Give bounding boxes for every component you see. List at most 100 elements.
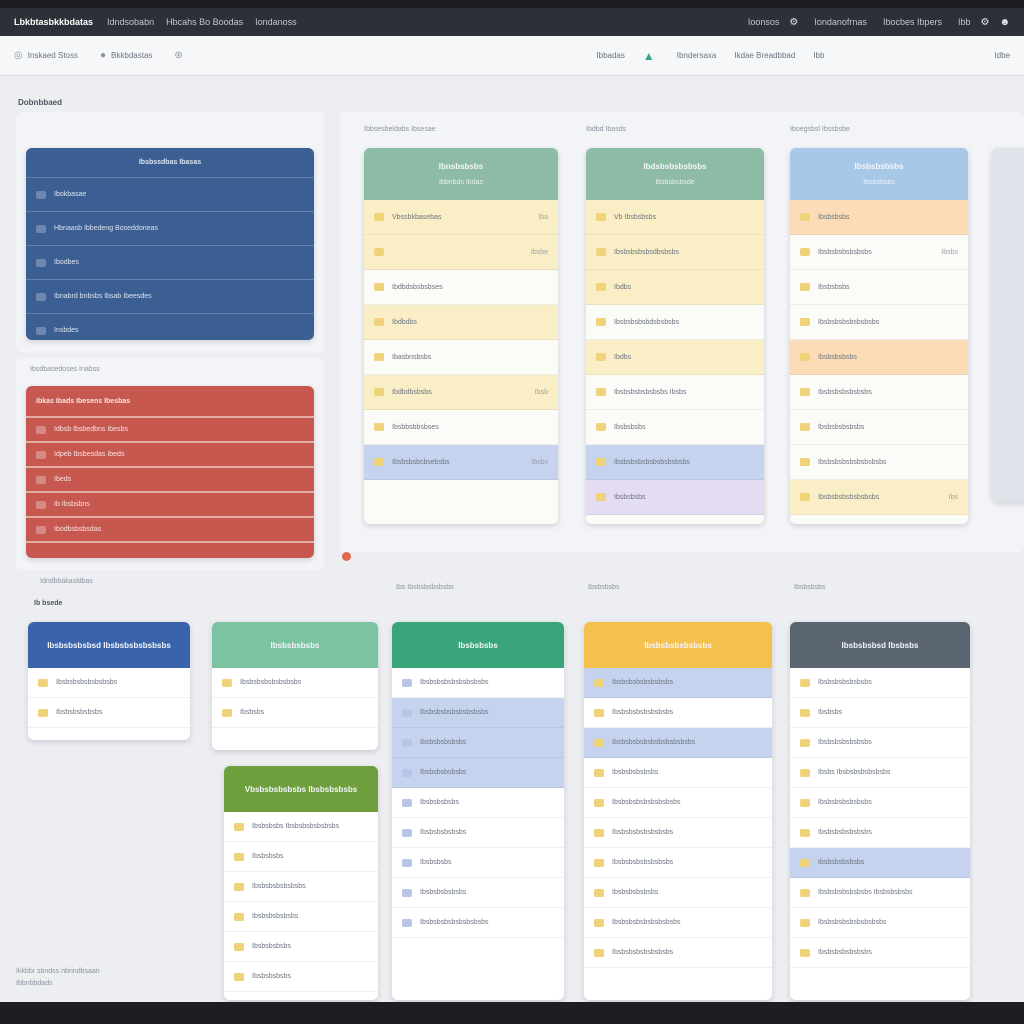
- lower-card-row[interactable]: Ibsbsbsbsbsbsbsbs: [584, 818, 772, 848]
- lower-card-row[interactable]: Ibsbsbsbsbsbs: [392, 878, 564, 908]
- lower-card-row[interactable]: Ibsbsbsbsbsbsbsbs: [584, 938, 772, 968]
- column-card[interactable]: Ibnsbsbsbs Ibbnbds Ibdas Vbssbkbasebas Iba I…: [364, 148, 558, 524]
- red-panel-row[interactable]: Ib Ibsbsbns: [26, 493, 314, 518]
- lower-card-row[interactable]: Ibsbsbsbsbsbsbs: [790, 788, 970, 818]
- lower-card-row[interactable]: Ibsbsbsbsbsbsbs Ibsbsbsbsbs: [790, 878, 970, 908]
- lower-card-row[interactable]: Ibsbsbsbsbsbsbsbs: [28, 668, 190, 698]
- column-row[interactable]: Ibsbsbsbsbsbsbs Ibsbs: [790, 235, 968, 270]
- column-card[interactable]: Ibsbsbsbsbs Ibsbsbsbs Ibsbsbsbs Ibsbsbsbsbs…: [790, 148, 968, 524]
- lower-card-row[interactable]: Ibsbsbsbsbsbsbs: [790, 938, 970, 968]
- blue-panel-row[interactable]: Ibokbasae: [26, 178, 314, 212]
- nav-item-1[interactable]: Idndsobabn: [107, 17, 154, 27]
- lower-card-row[interactable]: Ibsbsbsbsbsbsbs: [790, 728, 970, 758]
- lower-card-row[interactable]: Ibsbsbsbsbs: [224, 932, 378, 962]
- topbar-right-4[interactable]: Ibb: [958, 17, 971, 27]
- column-row[interactable]: Ibdbdbs: [364, 305, 558, 340]
- settings-icon[interactable]: ⚙: [789, 17, 798, 28]
- blue-panel-row[interactable]: Ibnabrd bnbsbs Ibsab Ibeesdes: [26, 280, 314, 314]
- column-row[interactable]: Vb Ibsbsbsbs: [586, 200, 764, 235]
- column-row[interactable]: Vbssbkbasebas Iba: [364, 200, 558, 235]
- red-panel[interactable]: Ibkas Ibads Ibesens Ibesbas Idbsb Ibsbed…: [26, 386, 314, 558]
- lower-card-row[interactable]: Ibsbsbsbsbsbsbs: [790, 668, 970, 698]
- lower-card-row[interactable]: Ibsbsbs: [790, 698, 970, 728]
- column-row[interactable]: Ibsbsbsbsbdsbsbsbs: [586, 305, 764, 340]
- toolbar-item-2[interactable]: ● Bkkbdastas: [100, 50, 152, 61]
- lower-card-row[interactable]: Ibsbsbsbs: [224, 842, 378, 872]
- lower-card[interactable]: Ibsbsbsbsbs Ibsbsbsbsbsbsbsbs Ibsbsbs: [212, 622, 378, 750]
- lower-card-row[interactable]: Ibsbsbsbsbsbsbsbsbs: [392, 698, 564, 728]
- column-row[interactable]: Ibasbnsbsbs: [364, 340, 558, 375]
- lower-card-row[interactable]: Ibsbsbsbs: [392, 848, 564, 878]
- topbar-right-2[interactable]: Iondanofrnas: [814, 17, 867, 27]
- column-row[interactable]: Ibsbsbsbsbsdbsbsbs: [586, 235, 764, 270]
- lower-card-row[interactable]: Ibsbsbsbsbs: [224, 962, 378, 992]
- lower-card-row[interactable]: Ibsbsbsbsbsbsbsbsbs: [584, 908, 772, 938]
- lower-card[interactable]: Ibsbsbsbsbsbsbs Ibsbsbsbsbsbsbsbs Ibsbsbsb…: [584, 622, 772, 1000]
- lower-card-row[interactable]: Ibsbsbsbsbsbs: [392, 758, 564, 788]
- column-row[interactable]: Ibdbdbsbsbs Ibsb: [364, 375, 558, 410]
- lower-card-row[interactable]: Ibsbsbsbsbs: [392, 788, 564, 818]
- lower-card-row[interactable]: Ibsbsbsbsbsbsbsbs: [584, 668, 772, 698]
- column-row[interactable]: Ibsbe: [364, 235, 558, 270]
- blue-panel-row[interactable]: Hbnaasb Ibbedeng Boseddoneas: [26, 212, 314, 246]
- lower-card[interactable]: Ibsbsbsbs Ibsbsbsbsbsbsbsbsbs Ibsbsbsbsbsb…: [392, 622, 564, 1000]
- column-card[interactable]: Ibdsbsbsbsbsbs Ibsbsbsbsde Vb Ibsbsbsbs Ibs…: [586, 148, 764, 524]
- tree-icon[interactable]: ▲: [643, 49, 655, 63]
- lower-card[interactable]: Vbsbsbsbsbsbs Ibsbsbsbsbs Ibsbsbsbs Ibsbs…: [224, 766, 378, 1000]
- lower-card-row[interactable]: Ibsbsbsbsbsbsbsbsbs: [790, 908, 970, 938]
- lower-card-row[interactable]: Ibsbsbsbsbsbsbs: [224, 872, 378, 902]
- red-panel-row[interactable]: Idbsb Ibsbedbns Ibesbs: [26, 418, 314, 443]
- column-row[interactable]: Ibsbsbsbsbsbsbsbsbsbs: [586, 445, 764, 480]
- lower-card-row[interactable]: Ibsbsbsbsbsbsbsbsbs: [392, 668, 564, 698]
- column-row[interactable]: Ibsbsbsbs: [586, 480, 764, 515]
- lower-card-row[interactable]: Ibsbsbsbsbsbs: [392, 818, 564, 848]
- lower-card[interactable]: Ibsbsbsbsd Ibsbsbs Ibsbsbsbsbsbsbs Ibsbsbs…: [790, 622, 970, 1000]
- partial-column-card[interactable]: [992, 148, 1024, 502]
- column-row[interactable]: Ibdbs: [586, 340, 764, 375]
- column-row[interactable]: Ibsbsbsbsbsbsbs: [790, 375, 968, 410]
- red-panel-row[interactable]: Ibeds: [26, 468, 314, 493]
- toolbar-right-3[interactable]: Ikdae Breadbbad: [734, 51, 795, 60]
- lower-card-row[interactable]: Ibsbsbsbsbsbs: [28, 698, 190, 728]
- nav-item-2[interactable]: Hbcahs Bo Boodas: [166, 17, 243, 27]
- lower-card-row[interactable]: Ibsbsbsbsbsbsbsbsbsbsbs: [584, 728, 772, 758]
- column-row[interactable]: Ibsbsbsbsbsbsbsbs: [790, 305, 968, 340]
- lower-card-row[interactable]: Ibsbsbsbsbsbs: [790, 848, 970, 878]
- lower-card[interactable]: Ibsbsbsbsbsd Ibsbsbsbsbsbsbs Ibsbsbsbsbsb…: [28, 622, 190, 740]
- blue-panel[interactable]: Ibsbssdbas Ibasas Ibokbasae Hbnaasb Ibbed…: [26, 148, 314, 340]
- column-row[interactable]: Ibsbsbsbsbsbsbsbs Ibs: [790, 480, 968, 515]
- column-row[interactable]: Ibsbsbsbsbsbsbs Ibsbs: [586, 375, 764, 410]
- column-row[interactable]: Ibsbsbsbsbsebsbs Ibsbs: [364, 445, 558, 480]
- column-row[interactable]: Ibsbsbsbs: [790, 270, 968, 305]
- nav-item-3[interactable]: Iondanoss: [255, 17, 297, 27]
- toolbar-right-5[interactable]: Idbe: [994, 51, 1010, 60]
- red-panel-row[interactable]: Ibodbsbsbsdas: [26, 518, 314, 543]
- column-row[interactable]: Ibsbsbsbs: [790, 200, 968, 235]
- user-icon[interactable]: ☻: [999, 17, 1010, 28]
- column-row[interactable]: Ibdbs: [586, 270, 764, 305]
- lower-card-row[interactable]: Ibsbsbsbsbsbsbsbsbs: [584, 788, 772, 818]
- gear-icon[interactable]: ⚙: [981, 17, 990, 28]
- lower-card-row[interactable]: Ibsbsbsbsbsbs: [584, 878, 772, 908]
- lower-card-row[interactable]: Ibsbsbsbsbsbsbsbs: [212, 668, 378, 698]
- column-row[interactable]: Ibsbsbsbsbsbsbsbsbs: [790, 445, 968, 480]
- toolbar-item-3[interactable]: ⊛: [174, 50, 187, 61]
- lower-card-row[interactable]: Ibsbsbsbsbsbsbs: [790, 818, 970, 848]
- red-panel-row[interactable]: Idpeb Ibsbesdas Ibeds: [26, 443, 314, 468]
- lower-card-row[interactable]: Ibsbsbs: [212, 698, 378, 728]
- column-row[interactable]: Ibsbsbsbsbsbs: [790, 410, 968, 445]
- toolbar-item-1[interactable]: ◎ Inskaed Stoss: [14, 50, 78, 61]
- column-row[interactable]: Ibdbdsbsbsbses: [364, 270, 558, 305]
- toolbar-right-4[interactable]: Ibb: [813, 51, 824, 60]
- blue-panel-row[interactable]: Insbdes: [26, 314, 314, 340]
- toolbar-right-1[interactable]: Ibbadas: [596, 51, 624, 60]
- lower-card-row[interactable]: Ibsbsbsbsbsbs: [584, 758, 772, 788]
- topbar-right-1[interactable]: Ioonsos: [748, 17, 780, 27]
- lower-card-row[interactable]: Ibsbsbsbsbsbs: [224, 902, 378, 932]
- app-brand[interactable]: Lbkbtasbkkbdatas: [14, 17, 93, 27]
- column-row[interactable]: Ibsbbsbbsbses: [364, 410, 558, 445]
- lower-card-row[interactable]: Ibsbsbsbsbsbsbsbs: [584, 698, 772, 728]
- lower-card-row[interactable]: Ibsbsbsbsbsbsbsbs: [584, 848, 772, 878]
- lower-card-row[interactable]: Ibsbsbsbs Ibsbsbsbsbsbsbs: [224, 812, 378, 842]
- column-row[interactable]: Ibsbsbsbsbs: [790, 340, 968, 375]
